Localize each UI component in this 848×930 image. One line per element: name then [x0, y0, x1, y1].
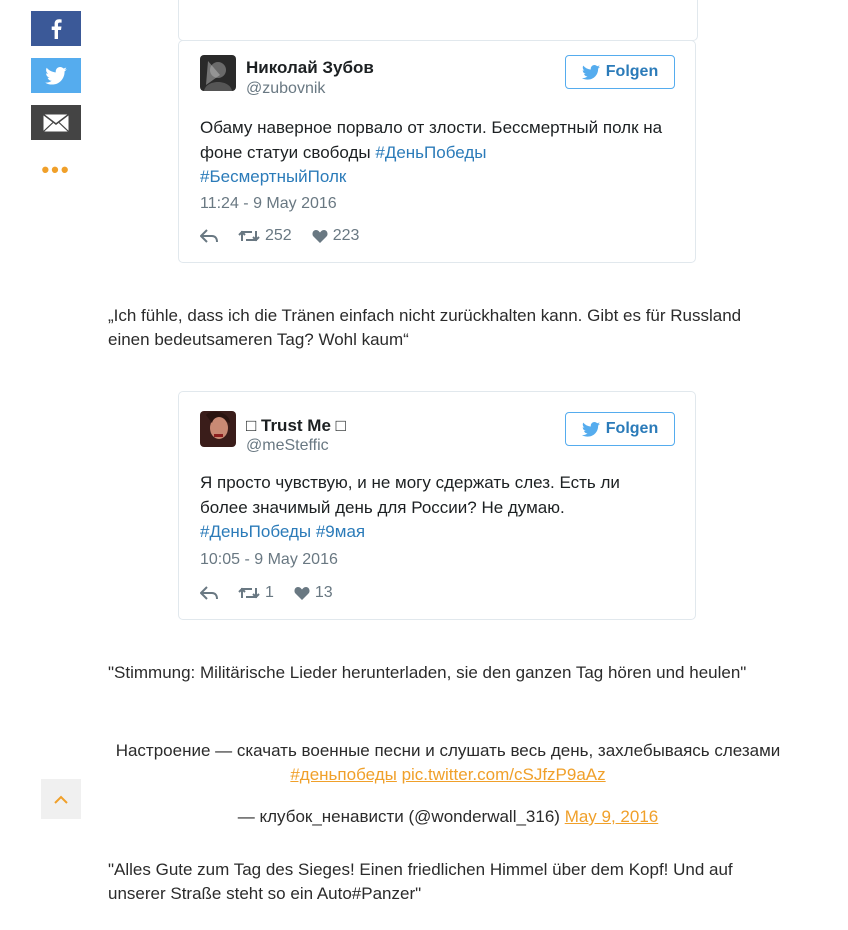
follow-label: Folgen	[605, 63, 659, 80]
avatar	[200, 411, 236, 447]
author-handle[interactable]: @meSteffic	[246, 437, 329, 455]
like-count: 13	[314, 584, 333, 601]
reply-button[interactable]	[200, 586, 218, 600]
tweet-text: Я просто чувствую, и не могу сдержать сл…	[200, 471, 671, 545]
avatar	[200, 55, 236, 91]
tweet-timestamp[interactable]: 11:24 - 9 May 2016	[200, 195, 337, 213]
article-paragraph: "Stimmung: Militärische Lieder herunterl…	[108, 663, 747, 682]
previous-tweet-card	[178, 0, 698, 41]
article-paragraph: „Ich fühle, dass ich die Tränen einfach …	[108, 306, 742, 349]
twitter-bird-icon	[581, 64, 600, 80]
scroll-to-top-button[interactable]	[41, 779, 81, 819]
reply-button[interactable]	[200, 229, 218, 243]
reply-icon	[200, 586, 218, 600]
retweet-icon	[238, 587, 260, 599]
article-paragraph: "Alles Gute zum Tag des Sieges! Einen fr…	[108, 860, 733, 903]
quote-text: Настроение — скачать военные песни и слу…	[115, 741, 781, 760]
tweet-actions: 252 223	[200, 227, 379, 245]
hashtag-link[interactable]: #БесмертныйПолк	[200, 167, 346, 186]
twitter-icon	[45, 66, 67, 85]
author-handle[interactable]: @zubovnik	[246, 80, 325, 98]
more-share-button[interactable]: •••	[31, 157, 81, 183]
chevron-up-icon	[54, 795, 68, 804]
retweet-count: 1	[265, 584, 274, 601]
twitter-bird-icon	[581, 421, 600, 437]
retweet-icon	[238, 230, 260, 242]
date-link[interactable]: May 9, 2016	[565, 807, 659, 826]
embedded-tweet-quote: Настроение — скачать военные песни и слу…	[108, 739, 788, 787]
tweet-body: Я просто чувствую, и не могу сдержать сл…	[200, 473, 620, 517]
tweet-card: □ Trust Me □ @meSteffic Folgen Я просто …	[178, 391, 696, 620]
retweet-button[interactable]: 252	[238, 227, 292, 245]
retweet-count: 252	[265, 227, 292, 244]
hashtag-link[interactable]: #деньпобеды	[290, 765, 397, 784]
tweet-timestamp[interactable]: 10:05 - 9 May 2016	[200, 551, 338, 569]
retweet-button[interactable]: 1	[238, 584, 274, 602]
like-button[interactable]: 13	[294, 584, 333, 602]
email-share-button[interactable]	[31, 105, 81, 140]
tweet-actions: 1 13	[200, 584, 353, 602]
hashtag-link[interactable]: #9мая	[316, 522, 365, 541]
like-count: 223	[332, 227, 360, 244]
reply-icon	[200, 229, 218, 243]
author-name[interactable]: Николай Зубов	[246, 58, 374, 78]
heart-icon	[294, 587, 310, 600]
author-name[interactable]: □ Trust Me □	[246, 416, 346, 436]
hashtag-link[interactable]: #ДеньПобеды	[375, 143, 486, 162]
heart-icon	[312, 230, 328, 243]
quote-attribution: — клубок_ненависти (@wonderwall_316) May…	[108, 805, 788, 829]
tweet-text: Обаму наверное порвало от злости. Бессме…	[200, 116, 671, 190]
email-icon	[43, 113, 69, 132]
hashtag-link[interactable]: #ДеньПобеды	[200, 522, 311, 541]
like-button[interactable]: 223	[312, 227, 360, 245]
follow-button[interactable]: Folgen	[565, 55, 675, 89]
twitter-share-button[interactable]	[31, 58, 81, 93]
facebook-share-button[interactable]	[31, 11, 81, 46]
attribution-text: — клубок_ненависти (@wonderwall_316)	[237, 807, 560, 826]
pic-link[interactable]: pic.twitter.com/cSJfzP9aAz	[402, 765, 606, 784]
tweet-card: Николай Зубов @zubovnik Folgen Обаму нав…	[178, 40, 696, 263]
facebook-icon	[51, 18, 62, 39]
follow-button[interactable]: Folgen	[565, 412, 675, 446]
more-dots-icon: •••	[41, 157, 71, 182]
follow-label: Folgen	[605, 420, 659, 437]
